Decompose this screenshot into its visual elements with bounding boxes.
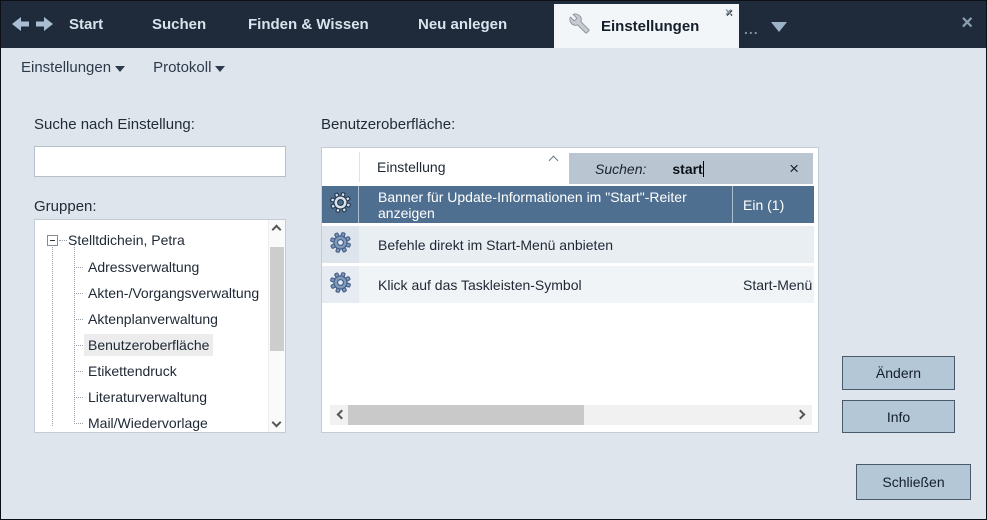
- setting-name: Klick auf das Taskleisten-Symbol: [359, 266, 733, 303]
- search-clear-icon[interactable]: ×: [789, 161, 799, 177]
- tree-root-item[interactable]: Stelltdichein, Petra: [47, 229, 185, 251]
- aendern-button[interactable]: Ändern: [842, 356, 955, 390]
- menu-protokoll-label: Protokoll: [153, 59, 211, 76]
- tab-neu-anlegen[interactable]: Neu anlegen: [418, 1, 507, 48]
- menu-einstellungen[interactable]: Einstellungen: [21, 59, 125, 76]
- gear-icon: [329, 231, 352, 259]
- table-horizontal-scrollbar[interactable]: [330, 405, 812, 425]
- tab-dropdown-icon[interactable]: [771, 22, 787, 32]
- setting-name: Befehle direkt im Start-Menü anbieten: [359, 226, 733, 263]
- scroll-up-icon[interactable]: [272, 225, 282, 235]
- section-label-benutzeroberflaeche: Benutzeroberfläche:: [321, 116, 455, 133]
- tree-item-etikettendruck[interactable]: Etikettendruck: [84, 360, 181, 382]
- wrench-icon: [569, 13, 590, 39]
- text-cursor: [703, 161, 704, 177]
- tree-item-adressverwaltung[interactable]: Adressverwaltung: [84, 256, 203, 278]
- forward-arrow-icon[interactable]: [35, 16, 54, 32]
- tab-close-icon[interactable]: ×: [725, 5, 732, 19]
- active-tab-label: Einstellungen: [601, 18, 699, 35]
- gear-icon: [329, 191, 352, 219]
- schliessen-button[interactable]: Schließen: [856, 464, 971, 500]
- column-header-einstellung[interactable]: Einstellung: [377, 148, 446, 186]
- search-setting-label: Suche nach Einstellung:: [34, 116, 195, 133]
- sort-ascending-icon: [549, 156, 559, 166]
- tree-item-mail-wiedervorlage[interactable]: Mail/Wiedervorlage: [84, 412, 212, 433]
- tree-item-aktenplanverwaltung[interactable]: Aktenplanverwaltung: [84, 308, 222, 330]
- tree-item-benutzeroberflaeche-selected[interactable]: Benutzeroberfläche: [84, 334, 213, 356]
- collapse-minus-icon[interactable]: [47, 235, 58, 246]
- table-row-klick-taskleiste[interactable]: Klick auf das Taskleisten-Symbol Start-M…: [322, 266, 814, 303]
- tree-item-literaturverwaltung[interactable]: Literaturverwaltung: [84, 386, 211, 408]
- setting-name: Banner für Update-Informationen im "Star…: [359, 186, 733, 223]
- menubar: Einstellungen Protokoll: [21, 59, 225, 76]
- settings-table: Einstellung Suchen: start × Banner für U…: [321, 147, 819, 433]
- column-divider: [359, 152, 360, 182]
- scrollbar-thumb[interactable]: [348, 405, 584, 425]
- setting-value: [733, 226, 814, 263]
- setting-value: Ein (1): [733, 186, 814, 223]
- table-search-label: Suchen:: [595, 161, 646, 177]
- scroll-right-icon[interactable]: [796, 410, 806, 420]
- tab-finden-wissen[interactable]: Finden & Wissen: [248, 1, 369, 48]
- table-search-box[interactable]: Suchen: start ×: [569, 153, 813, 184]
- tab-overflow-ellipsis[interactable]: ...: [744, 21, 759, 37]
- chevron-down-icon: [115, 66, 125, 72]
- tree-item-akten-vorgangsverwaltung[interactable]: Akten-/Vorgangsverwaltung: [84, 282, 263, 304]
- scroll-left-icon[interactable]: [337, 410, 347, 420]
- tree-vertical-scrollbar[interactable]: [268, 220, 285, 432]
- info-button[interactable]: Info: [842, 400, 955, 433]
- menu-einstellungen-label: Einstellungen: [21, 59, 111, 76]
- tree-connector-line: [52, 243, 53, 426]
- tab-einstellungen-active[interactable]: Einstellungen ×: [554, 4, 739, 48]
- back-arrow-icon[interactable]: [11, 16, 30, 32]
- scrollbar-thumb[interactable]: [270, 247, 284, 351]
- app-window: Start Suchen Finden & Wissen Neu anlegen…: [0, 0, 987, 520]
- window-close-icon[interactable]: ×: [961, 12, 973, 34]
- tab-bar: Start Suchen Finden & Wissen Neu anlegen…: [1, 1, 986, 48]
- tab-start[interactable]: Start: [69, 1, 103, 48]
- table-row-banner-update[interactable]: Banner für Update-Informationen im "Star…: [322, 186, 814, 223]
- groups-tree: Stelltdichein, Petra Adressverwaltung Ak…: [34, 219, 286, 433]
- table-search-value[interactable]: start: [672, 161, 703, 177]
- chevron-down-icon: [215, 66, 225, 72]
- gear-icon: [329, 271, 352, 299]
- tab-suchen[interactable]: Suchen: [152, 1, 206, 48]
- search-setting-input[interactable]: [34, 146, 286, 177]
- table-row-befehle-startmenu[interactable]: Befehle direkt im Start-Menü anbieten: [322, 226, 814, 263]
- menu-protokoll[interactable]: Protokoll: [153, 59, 225, 76]
- groups-label: Gruppen:: [34, 198, 97, 215]
- setting-value: Start-Menü: [733, 266, 814, 303]
- tree-root-label: Stelltdichein, Petra: [68, 232, 185, 248]
- scroll-down-icon[interactable]: [272, 418, 282, 428]
